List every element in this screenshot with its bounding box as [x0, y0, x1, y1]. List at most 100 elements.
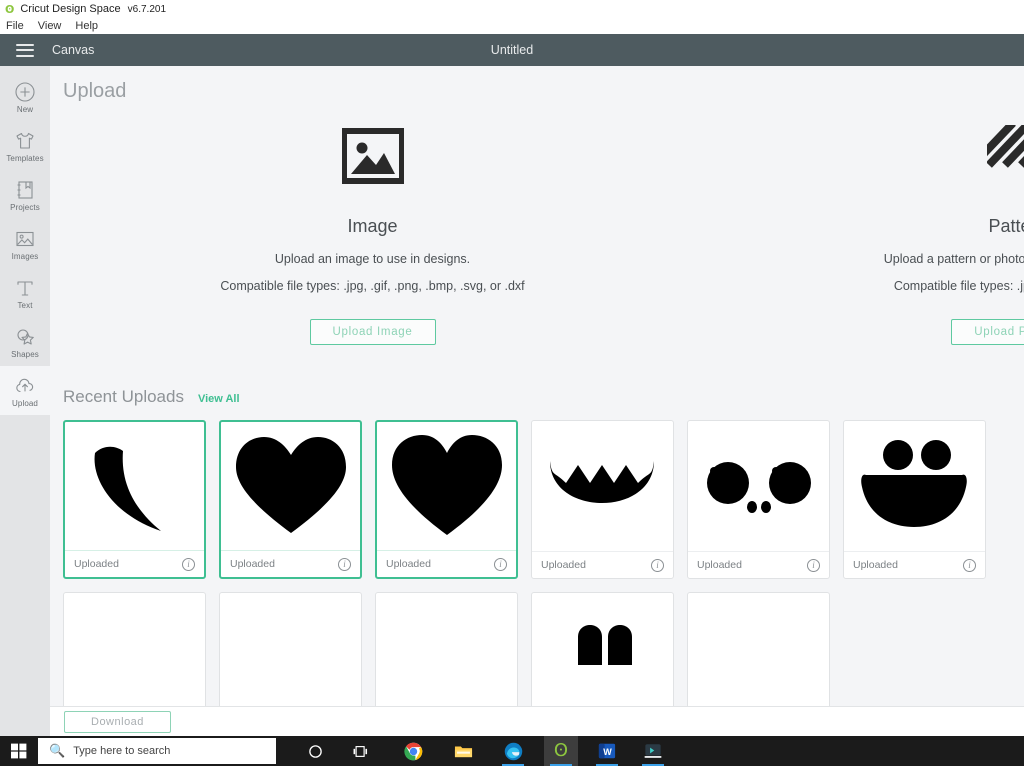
info-circle-icon[interactable]: i [182, 557, 195, 571]
upload-thumb-card[interactable]: Uploaded i [687, 420, 830, 579]
upload-image-button[interactable]: Upload Image [309, 319, 436, 345]
svg-text:W: W [603, 747, 612, 757]
cloud-upload-icon [16, 378, 34, 392]
thumb-status: Uploaded [230, 558, 275, 570]
windows-taskbar: 🔍 Type here to search ʘ W [0, 736, 1024, 766]
edge-icon[interactable] [496, 736, 530, 766]
task-view-icon[interactable] [344, 736, 378, 766]
upload-card-subtitle: Upload a pattern or photo to use as a pa… [883, 252, 1024, 266]
thumb-image [688, 421, 829, 551]
thumb-status: Uploaded [697, 559, 742, 571]
upload-panel: Upload Image Upload an image to use in d… [50, 66, 1024, 736]
thumb-meta: Uploaded i [377, 550, 516, 577]
sidebar-label-images: Images [11, 251, 39, 261]
upload-thumb-card[interactable]: Uploaded i [219, 420, 362, 579]
thumb-image [844, 421, 985, 551]
thumb-image [376, 593, 517, 723]
notebook-icon [17, 180, 33, 199]
thumb-meta: Uploaded i [844, 551, 985, 578]
claw-shape-icon [94, 446, 161, 531]
info-circle-icon[interactable]: i [963, 558, 976, 572]
info-circle-icon[interactable]: i [494, 557, 507, 571]
thumb-image [377, 422, 516, 550]
thumb-image [688, 593, 829, 723]
thumb-status: Uploaded [541, 559, 586, 571]
sidebar-label-upload: Upload [12, 398, 38, 408]
image-placeholder-icon [340, 125, 405, 192]
menu-bar: File View Help [0, 18, 1024, 34]
picture-icon [16, 231, 34, 246]
pattern-stripes-icon [986, 125, 1024, 192]
search-placeholder: Type here to search [73, 745, 171, 757]
upload-card-title: Image [347, 216, 398, 236]
sidebar-item-upload[interactable]: Upload [0, 366, 50, 415]
thumb-image [221, 422, 360, 550]
upload-card-filetypes: Compatible file types: .jpg, .gif, .png,… [220, 279, 525, 293]
app-icon[interactable] [636, 736, 670, 766]
thumb-status: Uploaded [853, 559, 898, 571]
menu-view[interactable]: View [38, 20, 62, 32]
windows-start-icon[interactable] [0, 736, 38, 766]
recent-uploads-header: Recent Uploads View All [50, 387, 1024, 407]
upload-thumb-card[interactable]: Uploaded i [843, 420, 986, 579]
app-header: Canvas Untitled [0, 34, 1024, 66]
upload-thumb-card[interactable]: Uploaded i [63, 420, 206, 579]
sidebar-item-new[interactable]: New [0, 72, 50, 121]
sidebar-label-projects: Projects [10, 202, 40, 212]
thumb-meta: Uploaded i [688, 551, 829, 578]
sidebar-item-templates[interactable]: Templates [0, 121, 50, 170]
sidebar-item-shapes[interactable]: Shapes [0, 317, 50, 366]
upload-thumb-card[interactable]: Uploaded i [375, 420, 518, 579]
thumb-image [532, 421, 673, 551]
word-icon[interactable]: W [590, 736, 624, 766]
bottom-action-bar: Download [50, 706, 1024, 736]
search-input[interactable]: 🔍 Type here to search [38, 738, 276, 764]
sidebar-item-projects[interactable]: Projects [0, 170, 50, 219]
left-sidebar: New Templates Projects Images Text Shape… [0, 66, 50, 736]
upload-card-image: Image Upload an image to use in designs.… [50, 125, 695, 345]
app-body: New Templates Projects Images Text Shape… [0, 66, 1024, 736]
sidebar-item-text[interactable]: Text [0, 268, 50, 317]
shapes-star-icon [17, 328, 34, 345]
document-title: Untitled [490, 43, 534, 57]
upload-thumb-card[interactable]: Uploaded i [531, 420, 674, 579]
sidebar-item-images[interactable]: Images [0, 219, 50, 268]
heart-shape-icon [391, 435, 502, 535]
jagged-mouth-shape-icon [549, 461, 654, 503]
info-circle-icon[interactable]: i [338, 557, 351, 571]
thumb-meta: Uploaded i [532, 551, 673, 578]
thumb-status: Uploaded [386, 558, 431, 570]
upload-card-pattern: Pattern Upload a pattern or photo to use… [695, 125, 1024, 345]
cricut-icon[interactable]: ʘ [544, 736, 578, 766]
info-circle-icon[interactable]: i [807, 558, 820, 572]
sidebar-label-text: Text [17, 300, 33, 310]
thumb-image [65, 422, 204, 550]
text-t-icon [17, 280, 33, 296]
upload-type-row: Image Upload an image to use in designs.… [50, 125, 1024, 345]
recent-uploads-grid: Uploaded i Uploaded i Uploaded i Uploade… [50, 420, 1024, 736]
upload-card-title: Pattern [988, 216, 1024, 236]
heart-shape-icon [235, 437, 346, 533]
download-button[interactable]: Download [64, 710, 171, 733]
search-icon: 🔍 [49, 743, 66, 758]
thumb-meta: Uploaded i [65, 550, 204, 577]
recent-uploads-title: Recent Uploads [63, 387, 184, 406]
file-explorer-icon[interactable] [446, 736, 480, 766]
info-circle-icon[interactable]: i [651, 558, 664, 572]
thumb-image [532, 593, 673, 723]
menu-help[interactable]: Help [75, 20, 98, 32]
sidebar-label-shapes: Shapes [11, 349, 39, 359]
chrome-icon[interactable] [396, 736, 430, 766]
sidebar-label-new: New [16, 104, 34, 114]
canvas-link[interactable]: Canvas [52, 43, 94, 57]
window-titlebar: ʘ Cricut Design Space v6.7.201 [0, 0, 1024, 18]
cortana-icon[interactable] [298, 736, 332, 766]
window-title: Cricut Design Space [20, 3, 121, 15]
page-title: Upload [63, 80, 127, 102]
tshirt-icon [16, 132, 34, 149]
view-all-link[interactable]: View All [198, 393, 240, 405]
thumb-image [64, 593, 205, 723]
hamburger-icon[interactable] [16, 43, 34, 57]
upload-pattern-button[interactable]: Upload Pattern [951, 319, 1024, 345]
menu-file[interactable]: File [6, 20, 24, 32]
